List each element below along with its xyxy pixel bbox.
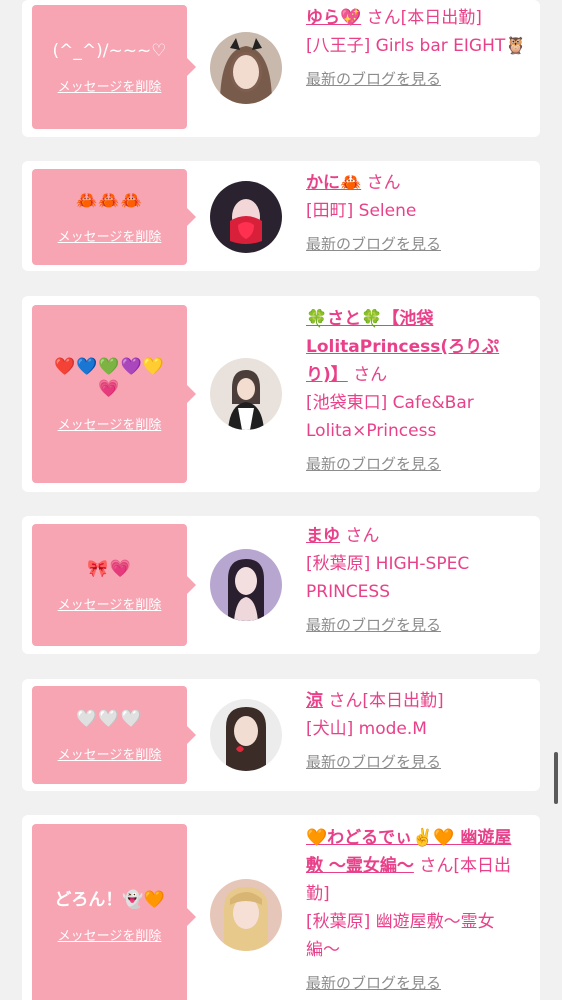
cast-info: ゆら💖 さん[本日出勤] [八王子] Girls bar EIGHT🦉 最新のブ… bbox=[306, 4, 528, 89]
san-label: さん bbox=[366, 173, 401, 193]
message-card: 🎀💗 メッセージを削除 まゆ さん [秋葉原] HIGH-SPEC PRINCE… bbox=[22, 516, 540, 654]
latest-blog-link[interactable]: 最新のブログを見る bbox=[306, 233, 441, 254]
shop-name: [田町] Selene bbox=[306, 201, 417, 221]
message-text: 🦀🦀🦀 bbox=[76, 190, 143, 211]
delete-message-link[interactable]: メッセージを削除 bbox=[58, 925, 162, 944]
avatar[interactable] bbox=[210, 549, 282, 621]
message-text: 🤍🤍🤍 bbox=[76, 708, 143, 729]
latest-blog-link[interactable]: 最新のブログを見る bbox=[306, 68, 441, 89]
san-label: さん bbox=[328, 691, 363, 711]
avatar[interactable] bbox=[210, 32, 282, 104]
san-label: さん bbox=[366, 8, 401, 28]
avatar[interactable] bbox=[210, 358, 282, 430]
san-label: さん bbox=[353, 365, 388, 385]
delete-message-link[interactable]: メッセージを削除 bbox=[58, 594, 162, 613]
latest-blog-link[interactable]: 最新のブログを見る bbox=[306, 453, 441, 474]
message-text: どろん！👻🧡 bbox=[54, 890, 165, 910]
cast-name-link[interactable]: 涼 bbox=[306, 691, 323, 711]
message-card: 🤍🤍🤍 メッセージを削除 涼 さん[本日出勤] [犬山] mode.M 最新のブ… bbox=[22, 679, 540, 791]
shop-name: [八王子] Girls bar EIGHT🦉 bbox=[306, 36, 527, 56]
message-text: ❤️💙💚💜💛💗 bbox=[54, 356, 165, 399]
delete-message-link[interactable]: メッセージを削除 bbox=[58, 414, 162, 433]
message-card: (^_^)/~~~♡ メッセージを削除 ゆら💖 さん[本日出勤] [八王子] G… bbox=[22, 0, 540, 137]
shop-name: [池袋東口] Cafe&Bar Lolita×Princess bbox=[306, 393, 474, 441]
cast-name-link[interactable]: まゆ bbox=[306, 526, 340, 546]
delete-message-link[interactable]: メッセージを削除 bbox=[58, 226, 162, 245]
avatar[interactable] bbox=[210, 181, 282, 253]
latest-blog-link[interactable]: 最新のブログを見る bbox=[306, 614, 441, 635]
cast-info: かに🦀 さん [田町] Selene 最新のブログを見る bbox=[306, 169, 528, 254]
cast-name-link[interactable]: 🍀さと🍀【池袋LolitaPrincess(ろりぷり)】 bbox=[306, 309, 499, 385]
message-card: ❤️💙💚💜💛💗 メッセージを削除 🍀さと🍀【池袋LolitaPrincess(ろ… bbox=[22, 296, 540, 492]
cast-name-link[interactable]: かに🦀 bbox=[306, 173, 361, 193]
message-bubble: ❤️💙💚💜💛💗 メッセージを削除 bbox=[32, 305, 196, 483]
delete-message-link[interactable]: メッセージを削除 bbox=[58, 76, 162, 95]
message-text: (^_^)/~~~♡ bbox=[52, 40, 167, 61]
latest-blog-link[interactable]: 最新のブログを見る bbox=[306, 751, 441, 772]
status-label: [本日出勤] bbox=[362, 691, 444, 711]
cast-name-link[interactable]: ゆら💖 bbox=[306, 8, 361, 28]
message-bubble: 🎀💗 メッセージを削除 bbox=[32, 524, 196, 646]
message-bubble: 🤍🤍🤍 メッセージを削除 bbox=[32, 686, 196, 784]
message-bubble: 🦀🦀🦀 メッセージを削除 bbox=[32, 169, 196, 265]
shop-name: [秋葉原] 幽遊屋敷〜霊女編〜 bbox=[306, 912, 495, 960]
cast-info: 涼 さん[本日出勤] [犬山] mode.M 最新のブログを見る bbox=[306, 687, 528, 772]
scrollbar[interactable] bbox=[554, 752, 558, 804]
latest-blog-link[interactable]: 最新のブログを見る bbox=[306, 972, 441, 993]
shop-name: [秋葉原] HIGH-SPEC PRINCESS bbox=[306, 554, 470, 602]
delete-message-link[interactable]: メッセージを削除 bbox=[58, 744, 162, 763]
message-card: 🦀🦀🦀 メッセージを削除 かに🦀 さん [田町] Selene 最新のブログを見… bbox=[22, 161, 540, 271]
message-card: どろん！👻🧡 メッセージを削除 🧡わどるでぃ✌️🧡 幽遊屋敷 〜霊女編〜 さん[… bbox=[22, 815, 540, 1000]
san-label: さん bbox=[345, 526, 380, 546]
shop-name: [犬山] mode.M bbox=[306, 719, 427, 739]
avatar[interactable] bbox=[210, 879, 282, 951]
avatar[interactable] bbox=[210, 699, 282, 771]
message-bubble: (^_^)/~~~♡ メッセージを削除 bbox=[32, 5, 196, 129]
cast-info: 🍀さと🍀【池袋LolitaPrincess(ろりぷり)】 さん [池袋東口] C… bbox=[306, 305, 528, 474]
message-text: 🎀💗 bbox=[87, 558, 132, 579]
san-label: さん bbox=[419, 856, 454, 876]
message-bubble: どろん！👻🧡 メッセージを削除 bbox=[32, 824, 196, 1000]
cast-info: 🧡わどるでぃ✌️🧡 幽遊屋敷 〜霊女編〜 さん[本日出勤] [秋葉原] 幽遊屋敷… bbox=[306, 824, 528, 993]
status-label: [本日出勤] bbox=[400, 8, 482, 28]
cast-info: まゆ さん [秋葉原] HIGH-SPEC PRINCESS 最新のブログを見る bbox=[306, 522, 528, 635]
